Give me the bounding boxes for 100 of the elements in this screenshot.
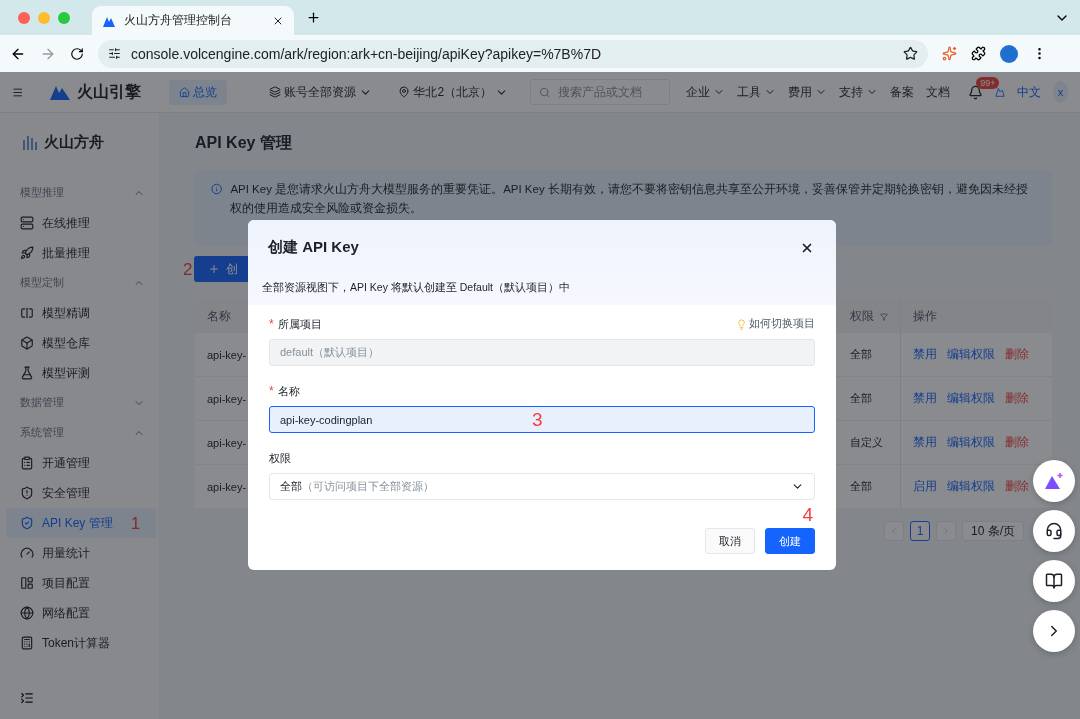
sidebar-item[interactable]: 项目配置 <box>6 568 156 598</box>
pin-icon <box>398 86 411 98</box>
required-mark: * <box>269 384 274 398</box>
menu-group[interactable]: 系统管理 <box>0 418 159 448</box>
page-title: API Key 管理 <box>195 133 293 153</box>
sidebar-item[interactable]: 网络配置 <box>6 598 156 628</box>
layers-icon <box>269 86 282 98</box>
new-tab-icon[interactable] <box>306 10 321 25</box>
page-size-select[interactable]: 10 条/页 <box>962 521 1024 541</box>
cube-icon <box>20 336 34 350</box>
reload-icon[interactable] <box>70 46 84 61</box>
nav-menu[interactable]: 费用 <box>788 83 828 101</box>
book-icon <box>1045 572 1063 590</box>
browser-tab[interactable]: 火山方舟管理控制台 <box>92 6 294 35</box>
nav-menu[interactable]: 工具 <box>737 83 777 101</box>
notice-text: API Key 是您请求火山方舟大模型服务的重要凭证。API Key 长期有效，请您不要将密钥信息共享至公开环境，妥善保管并定期轮换密钥，避免因未经授权的使用造成安全风险或资金损失。 <box>230 182 1029 216</box>
avatar[interactable] <box>1000 44 1018 63</box>
action-link[interactable]: 编辑权限 <box>947 434 995 451</box>
menu-group[interactable]: 模型推理 <box>0 178 159 208</box>
sidebar-item[interactable]: 开通管理 <box>6 448 156 478</box>
required-mark: * <box>269 317 274 331</box>
table-cell: 全部 <box>838 333 900 377</box>
product-title: 火山方舟 <box>44 133 104 152</box>
action-link[interactable]: 删除 <box>1005 390 1029 407</box>
sidebar-item[interactable]: 模型仓库 <box>6 328 156 358</box>
sidebar-item[interactable]: 在线推理 <box>6 208 156 238</box>
table-cell: 自定义 <box>838 421 900 465</box>
shield-icon <box>20 486 34 500</box>
info-icon <box>211 182 223 196</box>
clipboard-icon <box>20 456 34 470</box>
table-cell: 全部 <box>838 377 900 421</box>
overview-button[interactable]: 总览 <box>169 79 228 105</box>
collapse-icon[interactable] <box>20 691 34 705</box>
sidebar-item[interactable]: Token计算器 <box>6 628 156 658</box>
server-icon <box>20 216 34 230</box>
sidebar-item[interactable]: 模型精调 <box>6 298 156 328</box>
action-link[interactable]: 删除 <box>1005 346 1029 363</box>
action-link[interactable]: 编辑权限 <box>947 390 995 407</box>
headset-icon <box>1045 522 1063 540</box>
menu-group[interactable]: 模型定制 <box>0 268 159 298</box>
sidebar-item[interactable]: API Key 管理 1 <box>6 508 156 538</box>
create-button[interactable]: 创建 <box>765 528 815 554</box>
region-dropdown[interactable]: 华北2（北京） <box>398 83 509 101</box>
menu-group[interactable]: 数据管理 <box>0 388 159 418</box>
step-number: 2 <box>183 260 193 278</box>
site-settings-icon[interactable] <box>108 47 121 60</box>
shield-check-icon <box>20 516 34 530</box>
notification-badge: 99+ <box>976 76 1000 89</box>
field-label: 名称 <box>277 383 300 399</box>
logo-icon <box>22 133 38 152</box>
nav-menu[interactable]: 备案 <box>890 83 915 101</box>
action-link[interactable]: 删除 <box>1005 478 1029 495</box>
sidebar-item[interactable]: 用量统计 <box>6 538 156 568</box>
user-avatar[interactable]: x <box>1053 81 1068 103</box>
nav-menu[interactable]: 企业 <box>686 83 726 101</box>
action-link[interactable]: 编辑权限 <box>947 478 995 495</box>
calculator-icon <box>20 636 34 650</box>
mountain-icon <box>1043 471 1065 491</box>
home-icon <box>179 86 191 98</box>
field-label: 所属项目 <box>277 316 322 332</box>
action-link[interactable]: 删除 <box>1005 434 1029 451</box>
address-field[interactable]: console.volcengine.com/ark/region:ark+cn-beijing/apiKey?apikey=%7B%7D <box>98 39 928 68</box>
language-link[interactable]: 中文 <box>1017 83 1042 101</box>
search-field[interactable]: 搜索产品或文档 <box>556 84 662 100</box>
nav-menu[interactable]: 文档 <box>926 83 951 101</box>
action-link[interactable]: 禁用 <box>913 390 937 407</box>
plus-icon <box>208 263 221 275</box>
action-link[interactable]: 禁用 <box>913 434 937 451</box>
table-cell: 全部 <box>838 465 900 509</box>
flask-icon <box>20 366 34 380</box>
input-field[interactable]: api-key-codingplan 3 <box>269 406 815 433</box>
lightbulb-icon <box>736 318 747 330</box>
dialog-notice: 全部资源视图下，API Key 将默认创建至 Default（默认项目）中 <box>261 280 572 295</box>
cancel-button[interactable]: 取消 <box>705 528 755 554</box>
sidebar-item[interactable]: 批量推理 <box>6 238 156 268</box>
action-link[interactable]: 启用 <box>913 478 937 495</box>
gauge-icon <box>20 546 34 560</box>
rocket-icon <box>20 246 34 260</box>
column-header: 权限 <box>838 300 900 333</box>
scope-dropdown[interactable]: 账号全部资源 <box>269 83 373 101</box>
panel-icon <box>20 576 34 590</box>
sidebar-item[interactable]: 安全管理 <box>6 478 156 508</box>
step-number: 1 <box>130 514 141 532</box>
panel-icon <box>20 306 34 320</box>
brand-logo: 火山引擎 <box>49 81 142 103</box>
search-box[interactable]: 搜索产品或文档 <box>530 79 671 105</box>
field-label: 权限 <box>269 450 291 466</box>
action-link[interactable]: 编辑权限 <box>947 346 995 363</box>
sparkle-icon[interactable] <box>942 46 957 61</box>
page-button[interactable]: 1 <box>910 521 930 541</box>
globe-icon <box>20 606 34 620</box>
action-link[interactable]: 禁用 <box>913 346 937 363</box>
star-icon[interactable] <box>903 46 918 61</box>
permission-select[interactable]: 全部（可访问项目下全部资源） <box>269 473 815 500</box>
column-header: 操作 <box>900 300 1052 333</box>
bell-icon[interactable] <box>968 84 984 100</box>
dialog-title: 创建 API Key <box>268 238 359 257</box>
nav-menu[interactable]: 支持 <box>839 83 879 101</box>
sidebar-item[interactable]: 模型评测 <box>6 358 156 388</box>
puzzle-icon[interactable] <box>971 46 986 61</box>
